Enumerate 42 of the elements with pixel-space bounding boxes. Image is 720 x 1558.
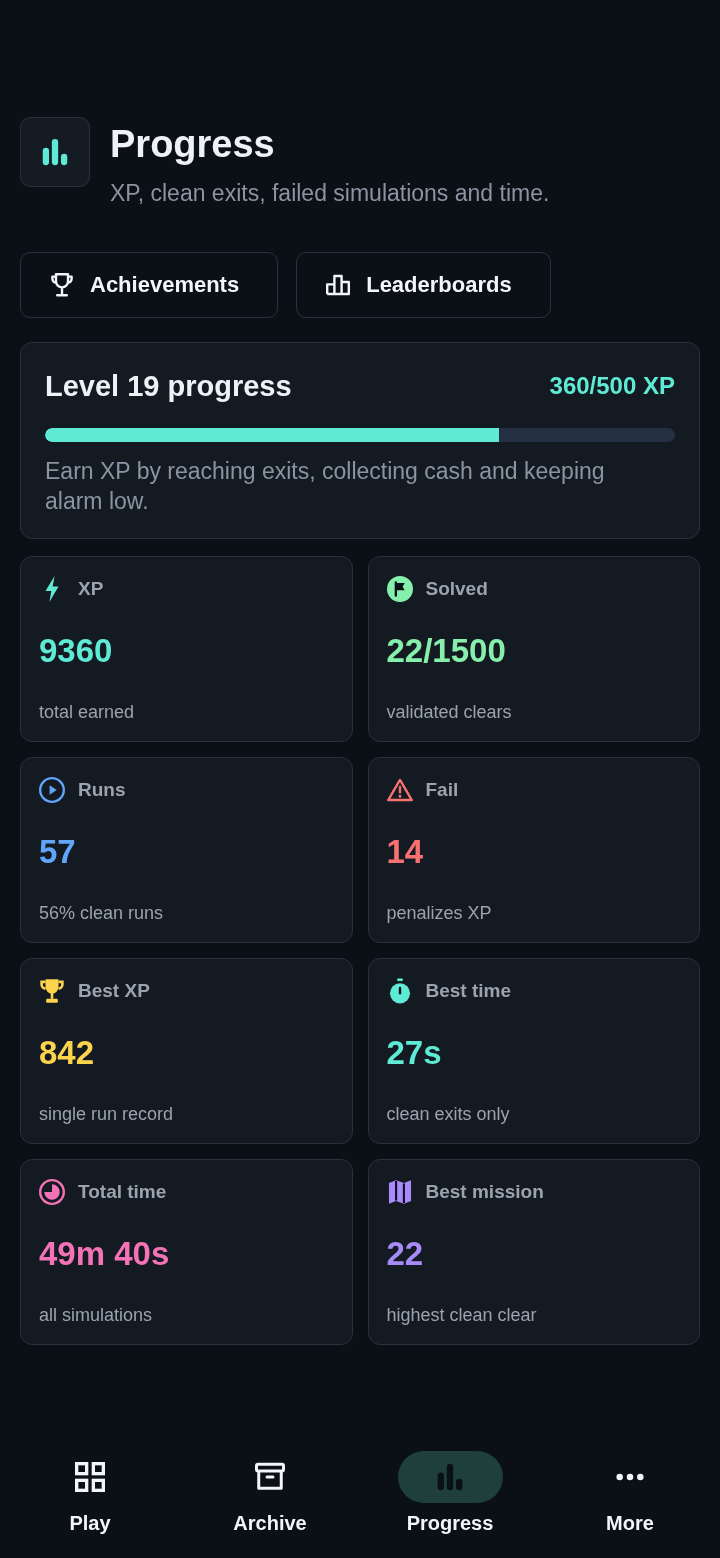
stat-caption: validated clears xyxy=(386,701,512,724)
stat-value: 22 xyxy=(386,1235,424,1273)
stat-label: Best time xyxy=(425,980,512,1002)
level-description: Earn XP by reaching exits, collecting cash and keeping alarm low. xyxy=(45,457,606,516)
stat-caption: single run record xyxy=(39,1103,174,1126)
stat-value: 14 xyxy=(386,833,424,871)
stat-value: 49m 40s xyxy=(39,1235,170,1273)
stat-label: Best mission xyxy=(425,1181,544,1203)
stat-label: Runs xyxy=(78,779,126,801)
stat-value: 842 xyxy=(39,1034,95,1072)
stat-caption: highest clean clear xyxy=(386,1304,537,1327)
level-title: Level 19 progress xyxy=(45,369,292,403)
nav-tab[interactable]: Archive xyxy=(229,1451,311,1535)
stat-caption: 56% clean runs xyxy=(39,902,164,925)
nav-tab[interactable]: Progress xyxy=(397,1451,503,1535)
archive-box-icon xyxy=(255,1462,285,1492)
nav-tab[interactable]: Play xyxy=(65,1451,115,1535)
stat-label: XP xyxy=(78,578,104,600)
stat-caption: total earned xyxy=(39,701,135,724)
trophy-icon xyxy=(50,273,74,297)
grid-icon xyxy=(75,1462,105,1492)
stat-value: 22/1500 xyxy=(386,632,506,670)
nav-tab[interactable]: More xyxy=(602,1451,658,1535)
stat-label: Total time xyxy=(78,1181,167,1203)
stat-caption: all simulations xyxy=(39,1304,153,1327)
action-button[interactable]: Achievements xyxy=(20,252,279,318)
podium-icon xyxy=(326,273,351,297)
bar-chart-icon xyxy=(20,117,90,187)
more-icon xyxy=(616,1473,644,1481)
page-subtitle: XP, clean exits, failed simulations and time. xyxy=(110,179,550,207)
stat-caption: penalizes XP xyxy=(386,902,492,925)
stat-value: 9360 xyxy=(39,632,113,670)
stat-caption: clean exits only xyxy=(386,1103,510,1126)
stat-label: Best XP xyxy=(78,980,150,1002)
stat-label: Solved xyxy=(425,578,488,600)
stat-label: Fail xyxy=(425,779,459,801)
action-button[interactable]: Leaderboards xyxy=(296,252,551,318)
page-title: Progress xyxy=(110,122,275,166)
stat-value: 27s xyxy=(386,1034,442,1072)
bar-chart-icon xyxy=(397,1451,503,1503)
xp-reading: 360/500 XP xyxy=(549,372,675,400)
stat-value: 57 xyxy=(39,833,76,871)
